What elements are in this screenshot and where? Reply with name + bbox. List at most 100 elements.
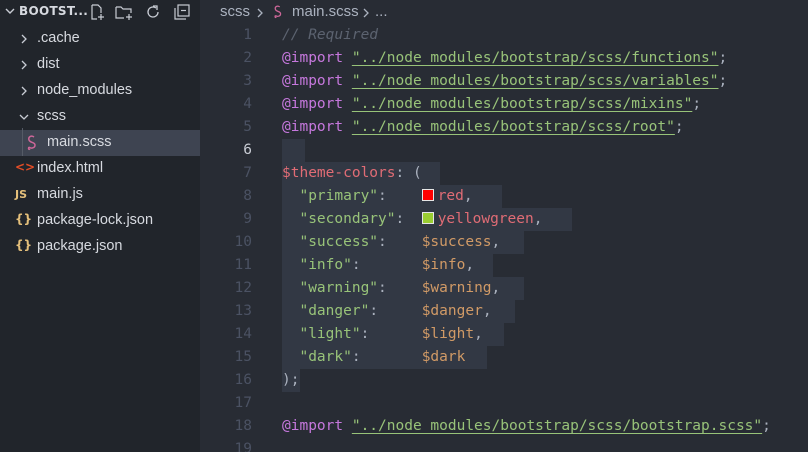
code-line: 16 ); bbox=[200, 369, 808, 392]
explorer-sidebar: BOOTST... .cache dist node_modules scss … bbox=[0, 0, 200, 452]
breadcrumb-folder[interactable]: scss bbox=[220, 3, 250, 20]
code-line: 8 "primary": red, bbox=[200, 185, 808, 208]
line-number: 15 bbox=[234, 349, 252, 365]
code-line: 17 bbox=[200, 392, 808, 415]
code-line: 12 "warning": $warning, bbox=[200, 277, 808, 300]
import-path: "../node_modules/bootstrap/scss/root" bbox=[351, 119, 675, 135]
sass-file-icon bbox=[274, 5, 282, 19]
tree-folder-node-modules[interactable]: node_modules bbox=[0, 78, 200, 104]
line-number: 2 bbox=[243, 50, 252, 66]
semicolon: ; bbox=[718, 50, 728, 66]
breadcrumb-file[interactable]: main.scss bbox=[292, 3, 359, 20]
workspace-title: BOOTST... bbox=[19, 4, 89, 18]
line-number: 1 bbox=[243, 27, 252, 43]
map-value: $danger bbox=[421, 303, 483, 319]
chevron-right-icon bbox=[21, 34, 27, 44]
line-number: 17 bbox=[234, 395, 252, 411]
tree-folder-cache[interactable]: .cache bbox=[0, 26, 200, 52]
line-number: 19 bbox=[234, 441, 252, 452]
tree-item-label: scss bbox=[37, 108, 66, 124]
map-key: "dark" bbox=[299, 349, 352, 365]
code-line: 19 bbox=[200, 438, 808, 452]
json-file-icon: {} bbox=[15, 238, 33, 252]
tree-folder-dist[interactable]: dist bbox=[0, 52, 200, 78]
chevron-down-icon bbox=[19, 114, 29, 120]
code-line: 14 "light": $light, bbox=[200, 323, 808, 346]
tree-item-label: node_modules bbox=[37, 82, 133, 98]
tree-file-index-html[interactable]: <> index.html bbox=[0, 156, 200, 182]
code-editor[interactable]: scss main.scss ... 1 // Required 2 @impo… bbox=[200, 0, 808, 452]
comment: // Required bbox=[282, 27, 379, 43]
tree-file-main-js[interactable]: JS main.js bbox=[0, 182, 200, 208]
map-value: $dark bbox=[421, 349, 466, 365]
tree-item-label: index.html bbox=[37, 160, 104, 176]
tree-file-package-lock-json[interactable]: {} package-lock.json bbox=[0, 208, 200, 234]
chevron-down-icon[interactable] bbox=[4, 5, 16, 17]
import-keyword: @import bbox=[282, 418, 344, 434]
map-open: : ( bbox=[395, 165, 422, 181]
tree-item-label: dist bbox=[37, 56, 60, 72]
tree-item-label: package-lock.json bbox=[37, 212, 154, 228]
html-file-icon: <> bbox=[15, 160, 36, 174]
tree-folder-scss[interactable]: scss bbox=[0, 104, 200, 130]
new-file-icon[interactable] bbox=[88, 3, 106, 21]
semicolon: ; bbox=[674, 119, 684, 135]
collapse-all-icon[interactable] bbox=[173, 3, 191, 21]
sass-file-icon bbox=[27, 135, 36, 151]
code-line: 11 "info": $info, bbox=[200, 254, 808, 277]
js-file-icon: JS bbox=[15, 188, 28, 201]
code-line: 3 @import "../node_modules/bootstrap/scs… bbox=[200, 70, 808, 93]
refresh-icon[interactable] bbox=[144, 3, 162, 21]
tree-file-package-json[interactable]: {} package.json bbox=[0, 234, 200, 260]
selection-highlight bbox=[282, 139, 305, 162]
map-value: $light bbox=[421, 326, 475, 342]
line-number: 8 bbox=[243, 188, 252, 204]
map-key: "info" bbox=[299, 257, 352, 273]
map-value: $warning bbox=[421, 280, 492, 296]
import-keyword: @import bbox=[282, 119, 344, 135]
code-line: 15 "dark": $dark bbox=[200, 346, 808, 369]
map-value: $info bbox=[421, 257, 466, 273]
code-line: 4 @import "../node_modules/bootstrap/scs… bbox=[200, 93, 808, 116]
line-number: 9 bbox=[243, 211, 252, 227]
map-key: "primary" bbox=[299, 188, 379, 204]
tree-item-label: .cache bbox=[37, 30, 80, 46]
line-number: 11 bbox=[234, 257, 252, 273]
code-line: 13 "danger": $danger, bbox=[200, 300, 808, 323]
tree-file-main-scss[interactable]: main.scss bbox=[0, 130, 200, 156]
indent-guide bbox=[22, 128, 23, 156]
code-line: 18 @import "../node_modules/bootstrap/sc… bbox=[200, 415, 808, 438]
line-number: 3 bbox=[243, 73, 252, 89]
import-path: "../node_modules/bootstrap/scss/mixins" bbox=[351, 96, 693, 112]
import-keyword: @import bbox=[282, 50, 344, 66]
tree-item-label: package.json bbox=[37, 238, 123, 254]
map-key: "light" bbox=[299, 326, 361, 342]
map-value: yellowgreen bbox=[437, 211, 534, 227]
map-variable: $theme-colors bbox=[282, 165, 396, 181]
new-folder-icon[interactable] bbox=[115, 3, 133, 21]
chevron-right-icon bbox=[363, 8, 369, 18]
line-number: 14 bbox=[234, 326, 252, 342]
map-value: red bbox=[437, 188, 464, 204]
semicolon: ; bbox=[718, 73, 728, 89]
line-number: 4 bbox=[243, 96, 252, 112]
explorer-header[interactable]: BOOTST... bbox=[0, 0, 200, 24]
code-line: 2 @import "../node_modules/bootstrap/scs… bbox=[200, 47, 808, 70]
line-number: 18 bbox=[234, 418, 252, 434]
line-number: 13 bbox=[234, 303, 252, 319]
color-swatch[interactable] bbox=[421, 189, 434, 201]
color-swatch[interactable] bbox=[421, 212, 434, 224]
line-number: 7 bbox=[243, 165, 252, 181]
code-line: 9 "secondary": yellowgreen, bbox=[200, 208, 808, 231]
code-line: 5 @import "../node_modules/bootstrap/scs… bbox=[200, 116, 808, 139]
map-close: ); bbox=[282, 372, 300, 388]
semicolon: ; bbox=[762, 418, 771, 434]
line-number: 10 bbox=[234, 234, 252, 250]
breadcrumb-more[interactable]: ... bbox=[375, 3, 388, 20]
code-line: 7 $theme-colors: ( bbox=[200, 162, 808, 185]
import-path: "../node_modules/bootstrap/scss/variable… bbox=[351, 73, 719, 89]
tree-item-label: main.js bbox=[37, 186, 83, 202]
breadcrumb: scss main.scss ... bbox=[200, 0, 808, 26]
map-key: "success" bbox=[299, 234, 379, 250]
semicolon: ; bbox=[692, 96, 702, 112]
